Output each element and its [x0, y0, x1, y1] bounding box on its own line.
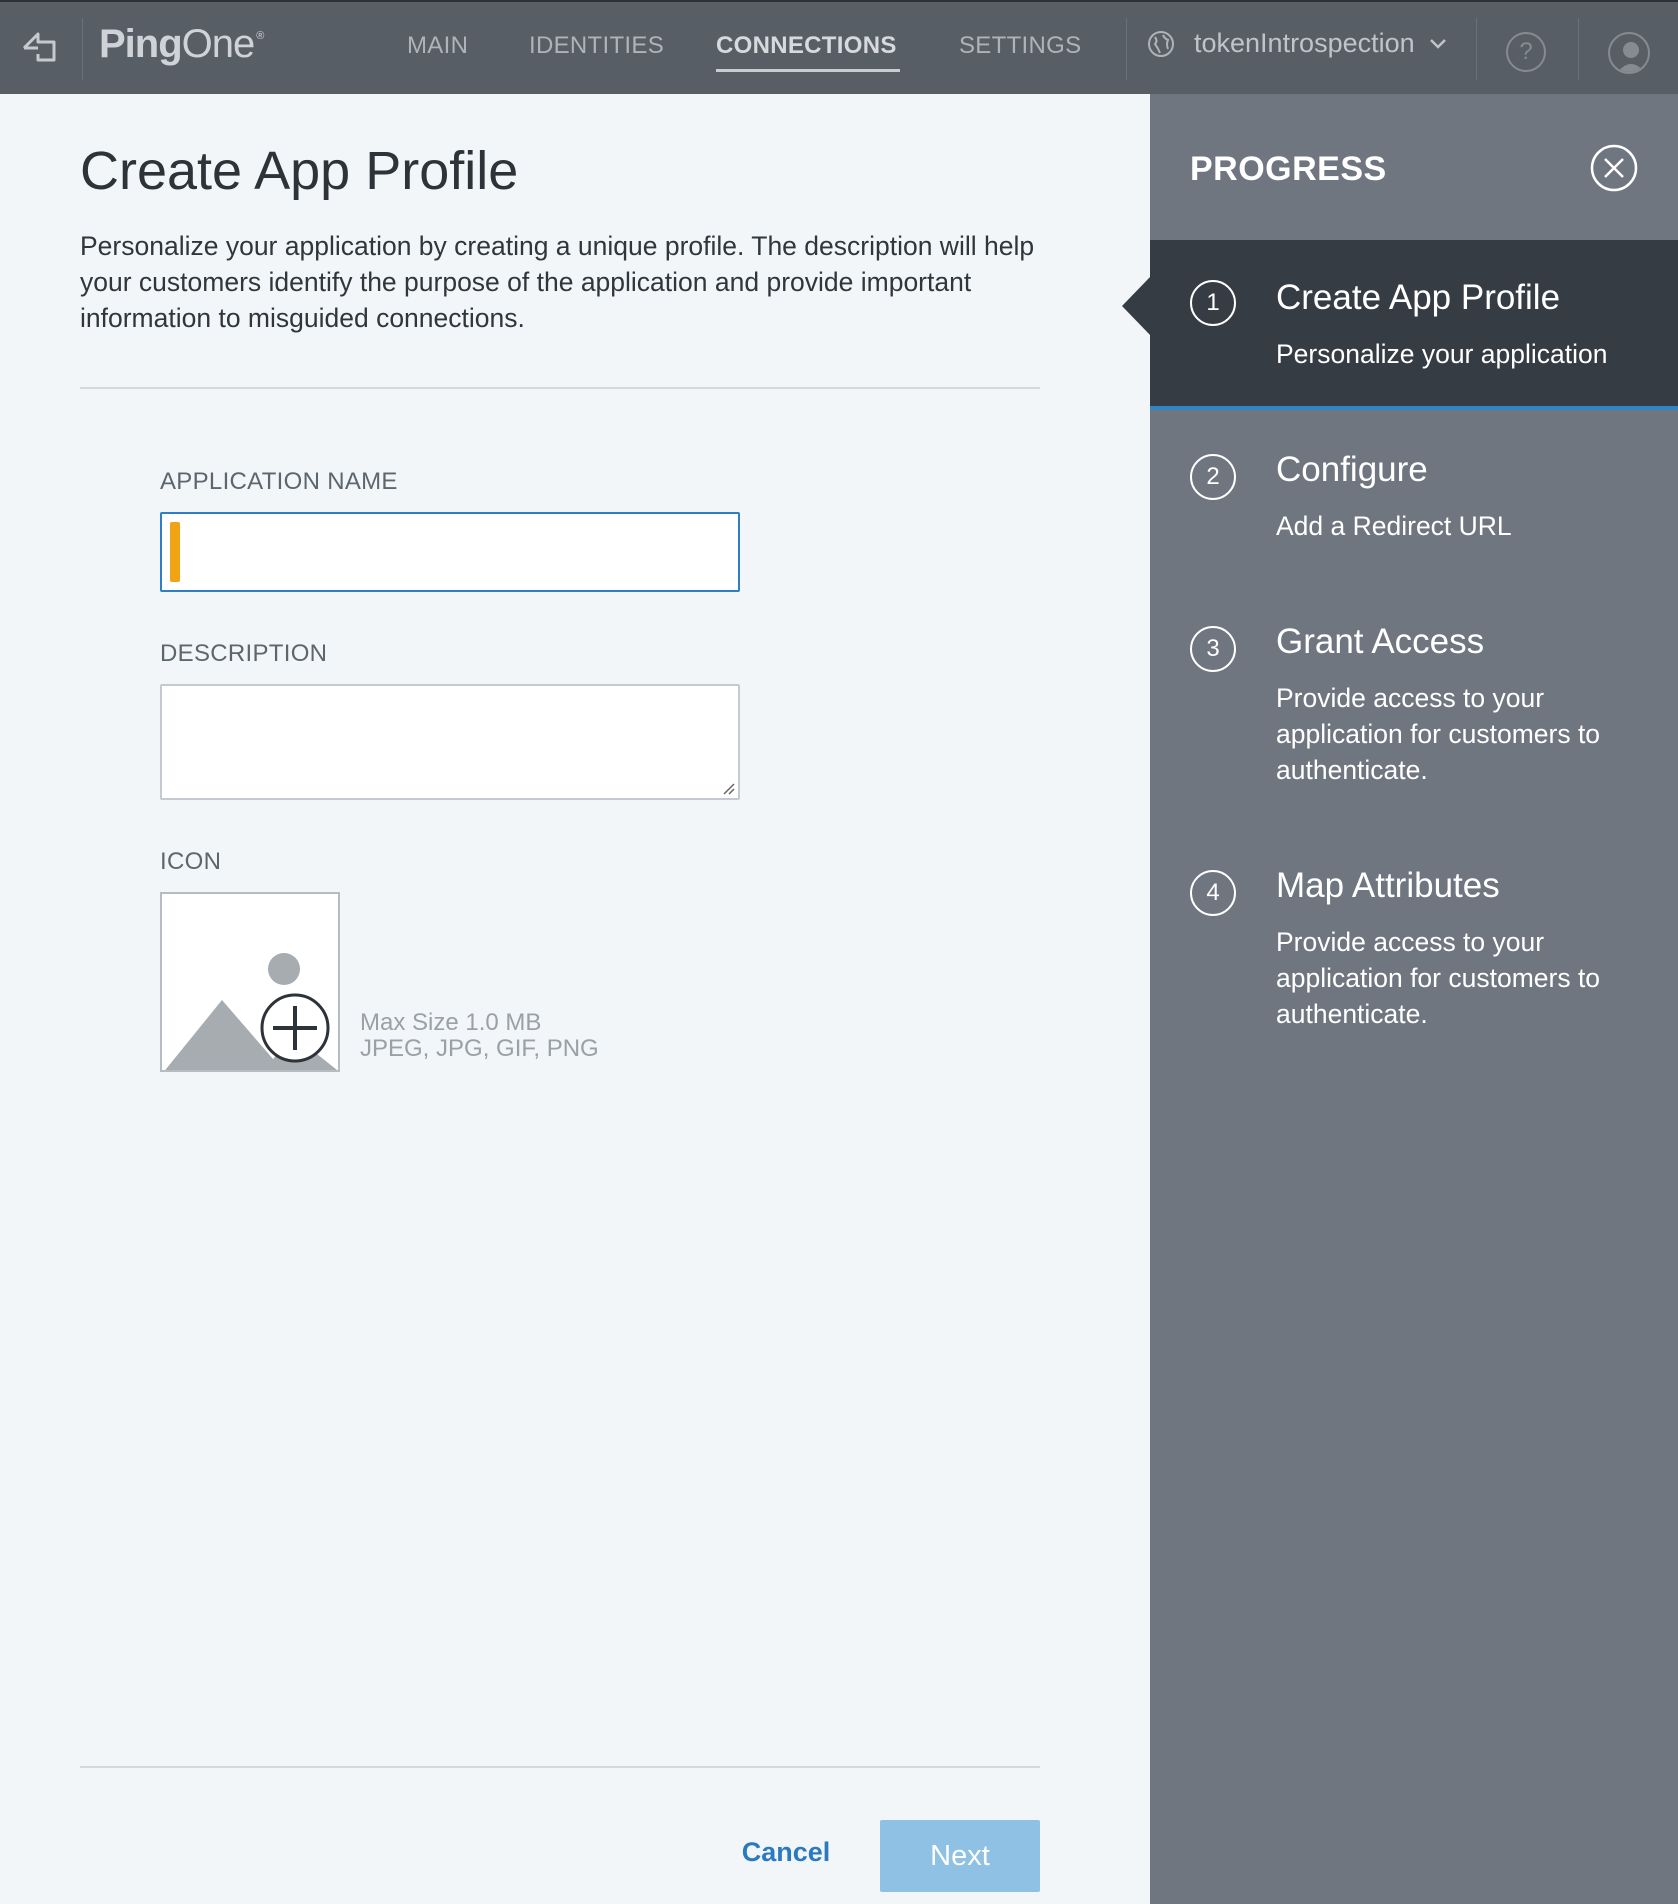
description-label: DESCRIPTION	[160, 640, 328, 667]
step-number: 3	[1190, 626, 1236, 672]
environment-selector[interactable]: tokenIntrospection	[1146, 28, 1447, 59]
step-number: 2	[1190, 454, 1236, 500]
divider	[1578, 18, 1579, 80]
page-description: Personalize your application by creating…	[80, 231, 1035, 333]
icon-upload[interactable]	[160, 892, 340, 1072]
step-title: Grant Access	[1276, 622, 1485, 661]
step-subtitle: Provide access to your application for c…	[1276, 927, 1601, 1029]
icon-formats: JPEG, JPG, GIF, PNG	[360, 1035, 599, 1062]
step-title: Configure	[1276, 450, 1428, 489]
step-title: Map Attributes	[1276, 866, 1500, 905]
divider	[80, 387, 1040, 389]
next-button[interactable]: Next	[880, 1820, 1040, 1892]
application-name-label: APPLICATION NAME	[160, 468, 398, 495]
step-title: Create App Profile	[1276, 278, 1561, 317]
progress-panel: PROGRESS 1 Create App Profile Personaliz…	[1150, 94, 1678, 1904]
application-name-input[interactable]	[160, 512, 740, 592]
nav-settings[interactable]: SETTINGS	[959, 32, 1081, 60]
help-icon[interactable]: ?	[1506, 32, 1546, 72]
nav-identities[interactable]: IDENTITIES	[529, 32, 664, 60]
image-placeholder-icon	[165, 953, 337, 1070]
resize-handle-icon[interactable]	[720, 780, 736, 796]
progress-title: PROGRESS	[1190, 150, 1387, 188]
cancel-button[interactable]: Cancel	[736, 1822, 836, 1882]
divider	[1476, 18, 1477, 80]
help-glyph: ?	[1519, 38, 1533, 65]
close-icon[interactable]	[1590, 144, 1638, 192]
icon-label: ICON	[160, 848, 222, 875]
progress-step-configure[interactable]: 2 Configure Add a Redirect URL	[1150, 414, 1678, 584]
nav-active-indicator	[716, 69, 900, 72]
progress-step-create-app-profile[interactable]: 1 Create App Profile Personalize your ap…	[1150, 240, 1678, 410]
home-icon[interactable]	[16, 24, 64, 72]
nav-connections[interactable]: CONNECTIONS	[716, 32, 897, 60]
chevron-down-icon	[1429, 38, 1446, 49]
logo-registered: ®	[256, 30, 265, 42]
step-number: 1	[1190, 280, 1236, 326]
top-bar: Ping One ® MAIN IDENTITIES CONNECTIONS S…	[0, 0, 1678, 94]
globe-icon	[1148, 30, 1174, 57]
icon-max-size: Max Size 1.0 MB	[360, 1009, 542, 1036]
step-subtitle: Provide access to your application for c…	[1276, 683, 1601, 785]
user-avatar-icon[interactable]	[1608, 32, 1650, 74]
step-subtitle: Add a Redirect URL	[1276, 511, 1512, 541]
description-textarea[interactable]	[160, 684, 740, 800]
step-number: 4	[1190, 870, 1236, 916]
logo-one: One	[181, 22, 256, 66]
divider	[80, 1766, 1040, 1768]
step-subtitle: Personalize your application	[1276, 339, 1608, 369]
pingone-logo[interactable]: Ping One ®	[99, 22, 264, 74]
logo-ping: Ping	[99, 22, 183, 66]
progress-step-map-attributes[interactable]: 4 Map Attributes Provide access to your …	[1150, 830, 1678, 1072]
required-indicator	[170, 522, 180, 582]
page-title: Create App Profile	[80, 141, 519, 201]
nav-main[interactable]: MAIN	[407, 32, 468, 60]
divider	[82, 18, 83, 80]
active-step-pointer	[1122, 276, 1151, 336]
progress-step-grant-access[interactable]: 3 Grant Access Provide access to your ap…	[1150, 586, 1678, 828]
icon-requirements: Max Size 1.0 MB JPEG, JPG, GIF, PNG	[360, 1010, 599, 1062]
environment-name: tokenIntrospection	[1194, 28, 1415, 58]
progress-header: PROGRESS	[1150, 94, 1678, 240]
divider	[1126, 18, 1127, 80]
